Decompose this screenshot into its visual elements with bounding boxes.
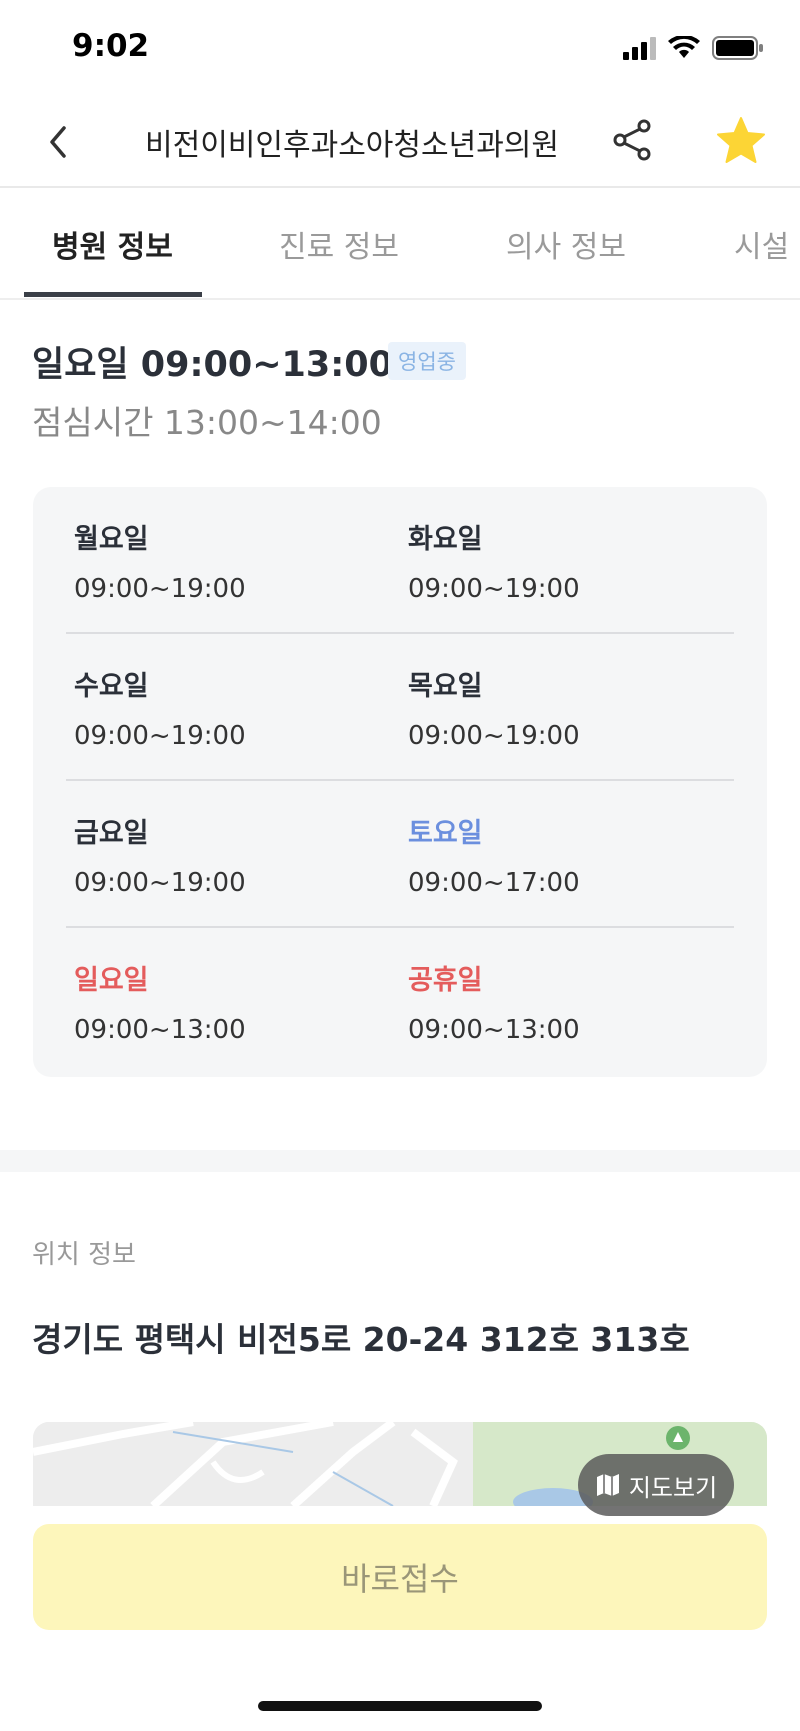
status-time: 9:02 — [72, 28, 150, 64]
address-text: 경기도 평택시 비전5로 20-24 312호 313호 — [32, 1320, 690, 1359]
status-icons — [622, 36, 764, 60]
day-label: 수요일 — [74, 671, 149, 702]
day-hours: 09:00~17:00 — [408, 868, 580, 898]
day-label-saturday: 토요일 — [408, 818, 483, 849]
location-section-label: 위치 정보 — [32, 1240, 136, 1270]
view-map-button[interactable]: 지도보기 — [578, 1454, 734, 1516]
day-hours: 09:00~19:00 — [74, 574, 246, 604]
day-label: 월요일 — [74, 524, 149, 555]
home-indicator — [258, 1701, 542, 1711]
schedule-row: 수요일 09:00~19:00 목요일 09:00~19:00 — [33, 634, 767, 781]
app-header: 비전이비인후과소아청소년과의원 — [0, 96, 800, 188]
tab-bar: 병원 정보 진료 정보 의사 정보 시설 — [0, 188, 800, 300]
day-label: 화요일 — [408, 524, 483, 555]
tab-facility[interactable]: 시설 — [734, 222, 789, 266]
active-tab-indicator — [24, 292, 202, 297]
tab-treatment-info[interactable]: 진료 정보 — [279, 222, 399, 266]
favorite-star-icon[interactable] — [714, 114, 768, 168]
back-icon[interactable] — [40, 120, 80, 164]
lunch-hours: 점심시간 13:00~14:00 — [32, 403, 382, 442]
today-hours: 일요일 09:00~13:00 — [32, 345, 393, 385]
day-hours: 09:00~19:00 — [408, 721, 580, 751]
schedule-cell-thursday: 목요일 09:00~19:00 — [408, 664, 580, 751]
status-badge: 영업중 — [388, 342, 466, 380]
view-map-label: 지도보기 — [628, 1473, 718, 1502]
schedule-cell-sunday: 일요일 09:00~13:00 — [74, 958, 246, 1045]
weekly-schedule-card: 월요일 09:00~19:00 화요일 09:00~19:00 수요일 09:0… — [33, 487, 767, 1077]
schedule-cell-holiday: 공휴일 09:00~13:00 — [408, 958, 580, 1045]
schedule-cell-wednesday: 수요일 09:00~19:00 — [74, 664, 246, 751]
quick-register-button[interactable]: 바로접수 — [33, 1524, 767, 1630]
wifi-icon — [668, 36, 700, 58]
day-label: 금요일 — [74, 818, 149, 849]
tab-hospital-info[interactable]: 병원 정보 — [52, 222, 173, 266]
day-label: 목요일 — [408, 671, 483, 702]
day-label-holiday: 공휴일 — [408, 965, 483, 996]
day-hours: 09:00~13:00 — [408, 1015, 580, 1045]
signal-icon — [623, 37, 656, 60]
status-bar: 9:02 — [0, 0, 800, 96]
battery-icon — [712, 36, 763, 60]
schedule-cell-friday: 금요일 09:00~19:00 — [74, 811, 246, 898]
day-hours: 09:00~19:00 — [408, 574, 580, 604]
schedule-cell-saturday: 토요일 09:00~17:00 — [408, 811, 580, 898]
section-separator — [0, 1150, 800, 1172]
schedule-cell-monday: 월요일 09:00~19:00 — [74, 517, 246, 604]
share-icon[interactable] — [608, 116, 656, 164]
day-hours: 09:00~19:00 — [74, 868, 246, 898]
page-title: 비전이비인후과소아청소년과의원 — [145, 128, 559, 163]
day-hours: 09:00~19:00 — [74, 721, 246, 751]
schedule-row: 금요일 09:00~19:00 토요일 09:00~17:00 — [33, 781, 767, 928]
tab-doctor-info[interactable]: 의사 정보 — [506, 222, 626, 266]
day-label-sunday: 일요일 — [74, 965, 149, 996]
day-hours: 09:00~13:00 — [74, 1015, 246, 1045]
map-icon — [596, 1474, 619, 1496]
schedule-row: 일요일 09:00~13:00 공휴일 09:00~13:00 — [33, 928, 767, 1075]
schedule-cell-tuesday: 화요일 09:00~19:00 — [408, 517, 580, 604]
schedule-row: 월요일 09:00~19:00 화요일 09:00~19:00 — [33, 487, 767, 634]
